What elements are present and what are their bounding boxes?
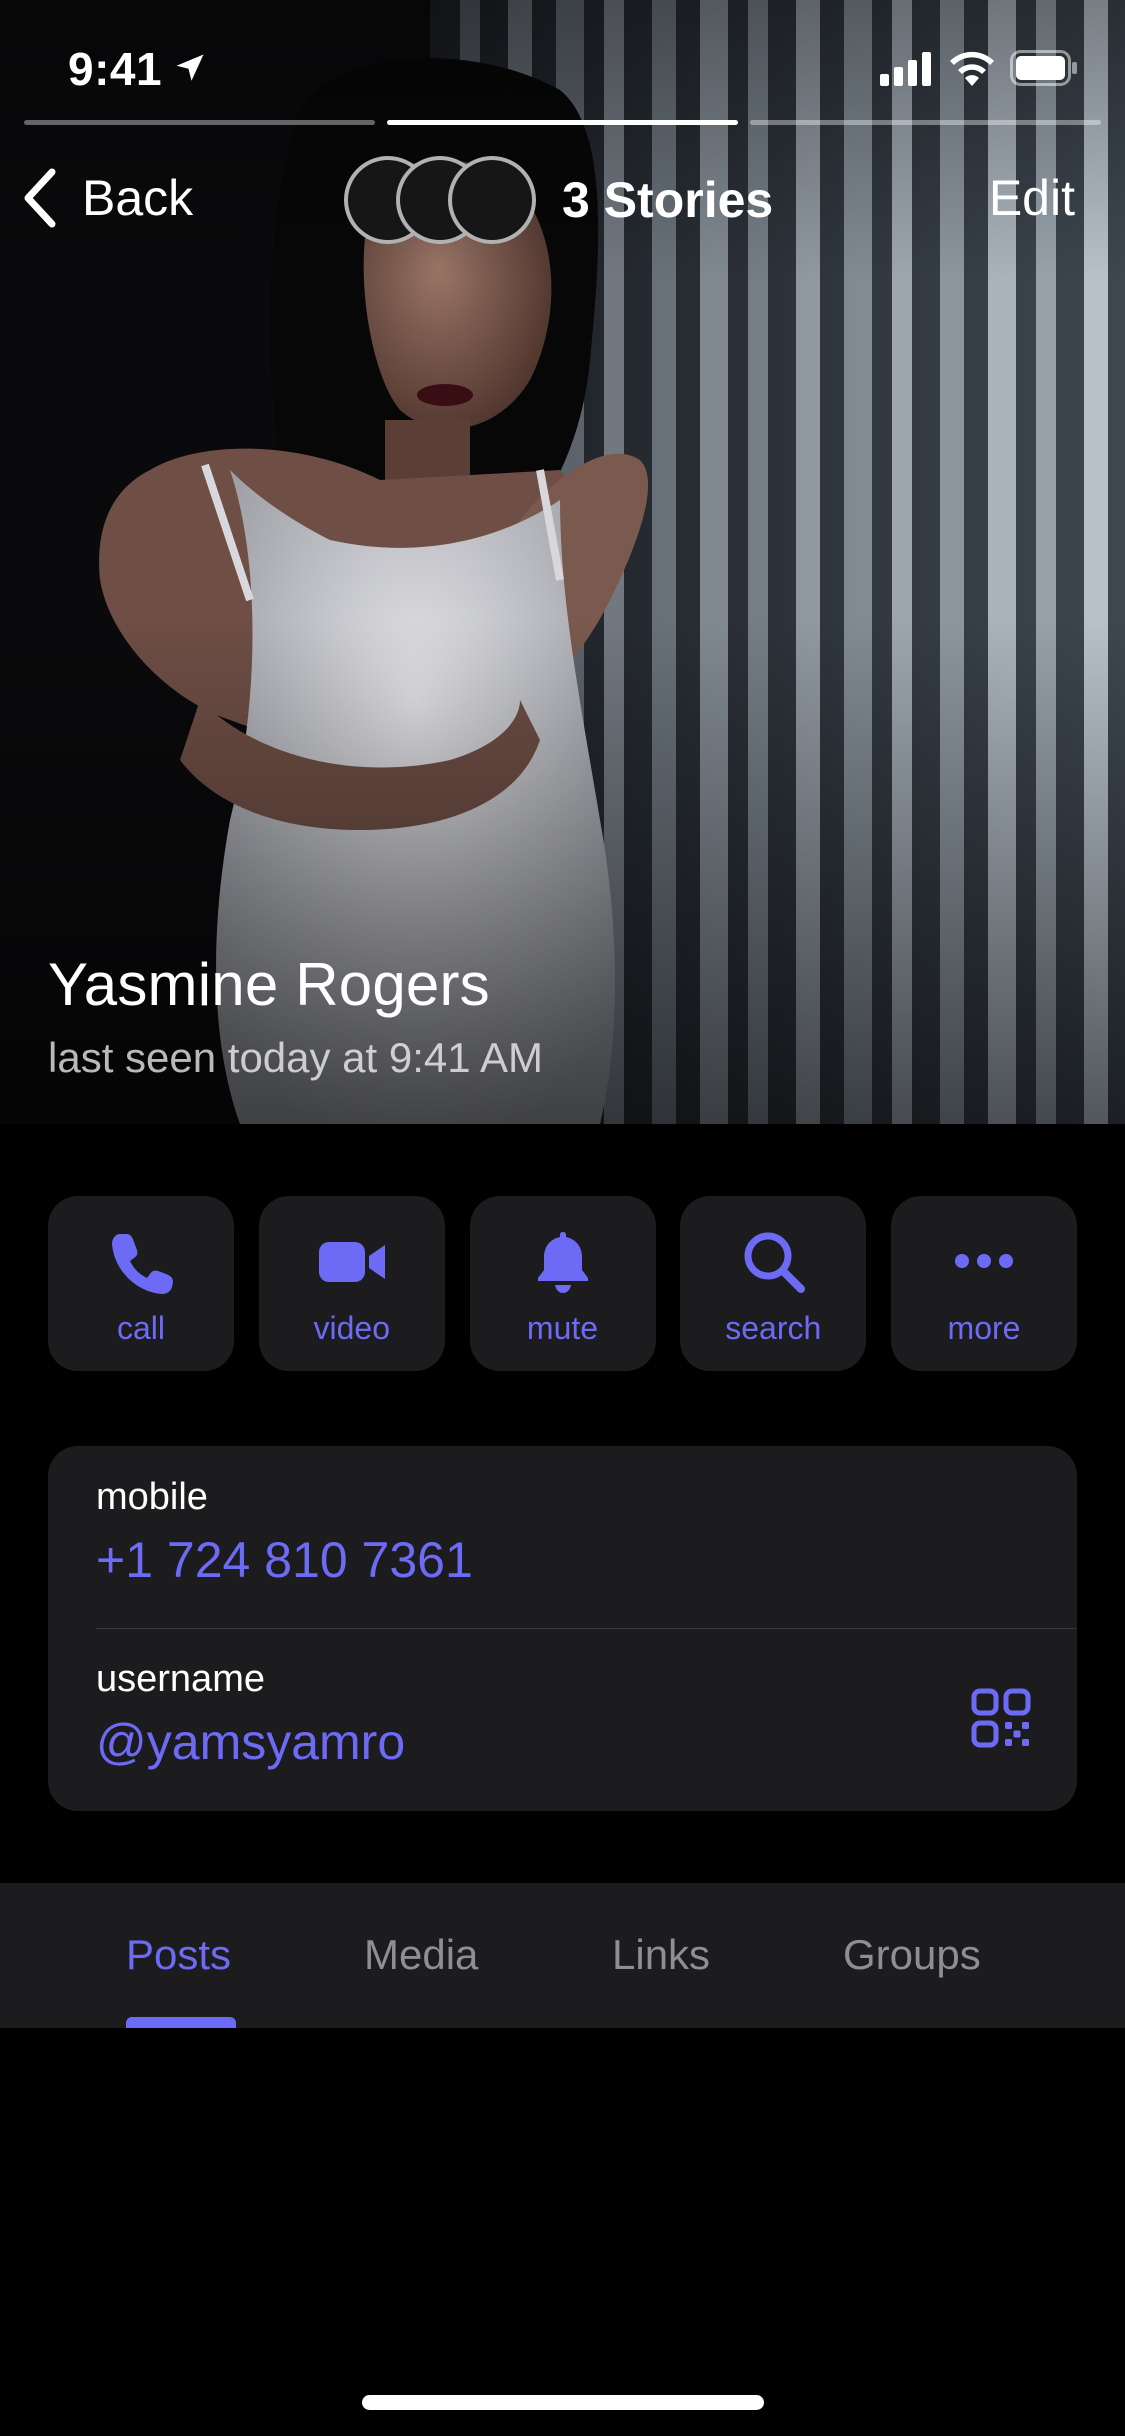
username-value[interactable]: @yamsyamro (96, 1713, 1077, 1771)
tab-media[interactable]: Media (364, 1883, 478, 2028)
back-label: Back (82, 170, 194, 226)
more-label: more (947, 1310, 1021, 1346)
more-button[interactable]: more (891, 1196, 1077, 1371)
edit-button[interactable]: Edit (989, 160, 1075, 236)
story-avatar (448, 156, 536, 244)
mute-button[interactable]: mute (469, 1196, 656, 1371)
profile-hero: 9:41 Back 3 Stories Edit Yasmine Rogers … (0, 0, 1125, 1124)
tab-posts[interactable]: Posts (126, 1883, 231, 2028)
tab-groups[interactable]: Groups (843, 1883, 981, 2028)
tab-links[interactable]: Links (612, 1883, 710, 2028)
story-segment-active (387, 120, 738, 125)
video-button[interactable]: video (258, 1196, 445, 1371)
story-segment (750, 120, 1101, 125)
location-arrow-icon (176, 54, 204, 81)
video-label: video (313, 1310, 391, 1346)
mobile-row[interactable]: mobile +1 724 810 7361 (96, 1476, 1077, 1589)
status-time: 9:41 (68, 43, 163, 95)
story-avatars (344, 150, 544, 250)
story-progress (24, 120, 1101, 126)
stories-button[interactable]: 3 Stories (344, 150, 773, 250)
qr-code-icon[interactable] (971, 1688, 1031, 1748)
back-button[interactable]: Back (18, 160, 193, 236)
status-bar: 9:41 (0, 0, 1125, 130)
username-row[interactable]: username @yamsyamro (96, 1658, 1077, 1771)
mute-label: mute (526, 1310, 599, 1346)
video-camera-icon (317, 1226, 387, 1296)
search-label: search (725, 1310, 822, 1346)
username-label: username (96, 1658, 265, 1700)
call-label: call (116, 1310, 165, 1346)
profile-screen: 9:41 Back 3 Stories Edit Yasmine Rogers … (0, 0, 1125, 2436)
mobile-number[interactable]: +1 724 810 7361 (96, 1531, 1077, 1589)
story-segment (24, 120, 375, 125)
profile-tabs: Posts Media Links Groups (0, 1883, 1125, 2028)
battery-icon (1010, 50, 1077, 86)
last-seen-status: last seen today at 9:41 AM (48, 1034, 543, 1081)
tab-content-area (0, 2028, 1125, 2436)
home-indicator[interactable] (362, 2395, 764, 2410)
wifi-icon (950, 51, 994, 86)
cellular-signal-icon (880, 52, 931, 86)
tab-active-indicator (126, 2017, 236, 2028)
chevron-left-icon (24, 168, 56, 228)
contact-info-card: mobile +1 724 810 7361 username @yamsyam… (48, 1446, 1077, 1811)
divider (96, 1628, 1077, 1629)
search-icon (738, 1226, 808, 1296)
action-buttons: call video mute search more (48, 1196, 1077, 1371)
mobile-label: mobile (96, 1476, 208, 1518)
search-button[interactable]: search (680, 1196, 867, 1371)
call-button[interactable]: call (48, 1196, 234, 1371)
phone-icon (106, 1226, 176, 1296)
profile-name: Yasmine Rogers (48, 951, 490, 1018)
stories-count: 3 Stories (562, 172, 774, 228)
more-dots-icon (949, 1226, 1019, 1296)
bell-icon (528, 1226, 598, 1296)
